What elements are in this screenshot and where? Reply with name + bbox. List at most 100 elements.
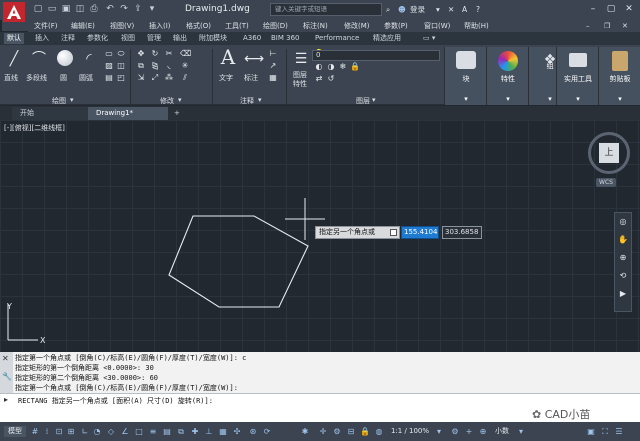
gradient-icon[interactable]: ▤ [104,73,114,83]
chamfered-rectangle-shape[interactable] [168,215,309,308]
add-icon[interactable]: + [464,426,474,437]
menu-format[interactable]: 格式(O) [186,21,211,31]
search-input[interactable]: 键入关键字或短语 [270,3,382,16]
units-selector[interactable]: 小数 [490,426,514,437]
tab-performance[interactable]: Performance [312,33,362,44]
polar-icon[interactable]: ◔ [92,426,102,437]
redo-icon[interactable]: ↷ [118,3,130,15]
menu-minimize-button[interactable]: – [586,21,590,31]
menu-view[interactable]: 视图(V) [110,21,134,31]
tab-drawing1[interactable]: Drawing1* [88,107,168,120]
3d-osnap-icon[interactable]: ✚ [190,426,200,437]
menu-insert[interactable]: 插入(I) [149,21,171,31]
command-line[interactable]: ▸ RECTANG 指定另一个角点或 [面积(A) 尺寸(D) 旋转(R)]: [0,393,640,406]
move-icon[interactable]: ✥ [136,49,146,59]
region-icon[interactable]: ◰ [116,73,126,83]
circle-icon[interactable] [57,50,73,66]
lineweight-icon[interactable]: ≡ [148,426,158,437]
minimize-button[interactable]: – [586,3,600,16]
menu-draw[interactable]: 绘图(D) [263,21,288,31]
login-dropdown-icon[interactable]: ▾ [436,3,440,16]
isodraft-icon[interactable]: ◇ [106,426,116,437]
undo-icon[interactable]: ↶ [104,3,116,15]
annotation-scale-sync-icon[interactable]: ⊕ [478,426,488,437]
dynamic-ucs-icon[interactable]: ⊥ [204,426,214,437]
annotation-visibility-icon[interactable]: ⊛ [248,426,258,437]
modify-panel-title[interactable]: 修改 [160,96,174,106]
fillet-icon[interactable]: ◟ [164,61,174,71]
leader-icon[interactable]: ↗ [268,61,278,71]
viewcube-top-face[interactable]: 上 [599,143,619,163]
ribbon-options-icon[interactable]: ▭ ▾ [420,33,438,44]
tab-insert[interactable]: 插入 [32,33,52,44]
circle-button[interactable]: 圆 [60,73,67,83]
zoom-extents-icon[interactable]: ⊕ [618,253,628,263]
dynamic-input-x-field[interactable]: 155.4104 [401,226,439,239]
help-icon[interactable]: ? [476,3,480,16]
layer-off-icon[interactable]: ◐ [314,62,324,72]
new-tab-button[interactable]: + [170,107,184,120]
customize-icon[interactable]: 🔧 [2,372,12,381]
scale-dropdown-icon[interactable]: ▾ [434,426,444,437]
tab-default[interactable]: 默认 [4,33,24,44]
snap-icon[interactable]: ⁞ [42,426,52,437]
annotation-panel-expand-icon[interactable]: ▾ [258,96,262,104]
login-button[interactable]: 登录 [410,3,425,16]
auto-scale-icon[interactable]: ⟳ [262,426,272,437]
draw-panel-title[interactable]: 绘图 [52,96,66,106]
dynamic-input-icon[interactable]: ⊞ [66,426,76,437]
units-dropdown-icon[interactable]: ▾ [516,426,526,437]
wcs-menu[interactable]: WCS [596,178,616,187]
dynamic-input-y-field[interactable]: 303.6858 [442,226,482,239]
orbit-icon[interactable]: ⟲ [618,271,628,281]
clean-screen-icon[interactable]: ⛶ [600,426,610,437]
layer-properties-button[interactable]: 图层 特性 [293,71,307,89]
menu-restore-button[interactable]: ❐ [604,21,610,31]
explode-icon[interactable]: ✳ [180,61,190,71]
arc-icon[interactable]: ◜ [80,50,98,68]
layer-properties-icon[interactable]: ☰ [292,50,310,68]
tab-addins[interactable]: 附加模块 [196,33,230,44]
settings-icon[interactable]: ⚙ [450,426,460,437]
save-icon[interactable]: ▣ [60,3,72,15]
annotation-scale[interactable]: 1:1 / 100% [388,426,432,437]
command-line-handle[interactable]: ✕ 🔧 [0,352,13,393]
layer-freeze-icon[interactable]: ❄ [338,62,348,72]
properties-panel[interactable]: 特性 ▾ [486,47,528,105]
menu-parametric[interactable]: 参数(P) [384,21,408,31]
arc-button[interactable]: 圆弧 [79,73,93,83]
current-layer-dropdown[interactable]: 0 [312,50,440,61]
exchange-icon[interactable]: ✕ [448,3,454,16]
ortho-icon[interactable]: ∟ [80,426,90,437]
annotation-monitor-icon[interactable]: ✛ [318,426,328,437]
tab-manage[interactable]: 管理 [144,33,164,44]
menu-close-button[interactable]: ✕ [622,21,628,31]
hatch-icon[interactable]: ▨ [104,61,114,71]
array-icon[interactable]: ⁂ [164,73,174,83]
polyline-icon[interactable]: ⌒ [30,50,48,68]
mirror-icon[interactable]: ⧎ [150,61,160,71]
open-icon[interactable]: ▭ [46,3,58,15]
tab-bim360[interactable]: BIM 360 [268,33,303,44]
draw-panel-expand-icon[interactable]: ▾ [70,96,74,104]
annotation-panel-title[interactable]: 注释 [240,96,254,106]
object-snap-icon[interactable]: □ [134,426,144,437]
layers-panel-expand-icon[interactable]: ▾ [372,96,376,104]
rotate-icon[interactable]: ↻ [150,49,160,59]
copy-icon[interactable]: ⧉ [136,61,146,71]
hardware-acceleration-icon[interactable]: ▣ [586,426,596,437]
line-icon[interactable]: ╱ [5,50,23,68]
text-icon[interactable]: A [219,47,237,67]
selection-filter-icon[interactable]: ▦ [218,426,228,437]
tab-annotate[interactable]: 注释 [58,33,78,44]
model-space-button[interactable]: 模型 [4,426,26,437]
dynamic-input-options-icon[interactable] [390,229,397,236]
menu-help[interactable]: 帮助(H) [464,21,489,31]
clipboard-panel[interactable]: 剪贴板 ▾ [598,47,640,105]
erase-icon[interactable]: ⌫ [180,49,191,59]
infer-icon[interactable]: ⊡ [54,426,64,437]
menu-tools[interactable]: 工具(T) [225,21,249,31]
units-display-icon[interactable]: ⚙ [332,426,342,437]
customization-icon[interactable]: ☰ [614,426,624,437]
command-input[interactable]: RECTANG 指定另一个角点或 [面积(A) 尺寸(D) 旋转(R)]: [18,396,213,406]
